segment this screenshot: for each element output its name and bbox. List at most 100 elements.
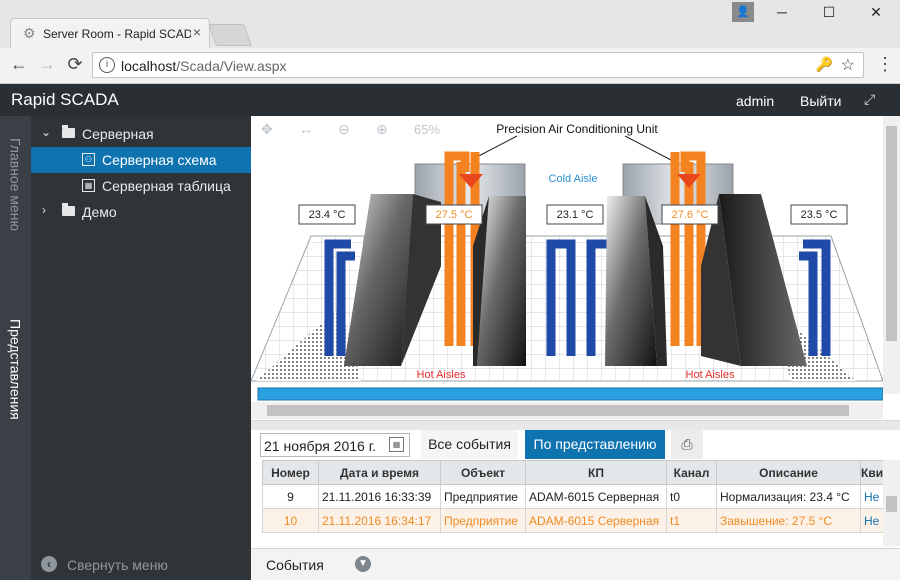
info-icon[interactable]: i (99, 57, 115, 73)
table-view-icon: ▦ (82, 179, 95, 192)
temp-readout-alarm[interactable]: 27.5 °C (436, 209, 473, 221)
cell-datetime: 21.11.2016 16:34:17 (318, 508, 441, 533)
hot-aisle-right-label: Hot Aisles (686, 369, 735, 381)
key-icon[interactable]: 🔑 (816, 56, 833, 73)
cell-description: Нормализация: 23.4 °C (716, 484, 861, 509)
folder-icon (62, 125, 75, 138)
ack-link[interactable]: Не (864, 490, 879, 504)
fullscreen-icon[interactable]: ⤢ (864, 91, 875, 108)
gear-icon: ⚙ (23, 25, 36, 41)
scheme-vertical-scrollbar[interactable] (883, 116, 900, 394)
column-header[interactable]: Номер (262, 460, 319, 485)
tab-close-icon[interactable]: × (193, 24, 201, 40)
panel-splitter[interactable] (251, 420, 900, 430)
cell-description: Завышение: 27.5 °C (716, 508, 861, 533)
tree-item-label: Серверная таблица (102, 178, 231, 194)
profile-icon[interactable]: 👤 (732, 2, 754, 22)
reload-button[interactable]: ⟳ (64, 54, 86, 75)
events-vertical-scrollbar[interactable] (883, 460, 900, 546)
cold-aisle-label: Cold Aisle (549, 173, 598, 185)
minimize-button[interactable]: ─ (772, 4, 792, 20)
scrollbar-thumb[interactable] (267, 405, 849, 416)
tree-item-demo[interactable]: › Демо (31, 199, 251, 225)
cell-device: ADAM-6015 Серверная (525, 484, 667, 509)
logout-link[interactable]: Выйти (800, 93, 841, 109)
ac-unit-title: Precision Air Conditioning Unit (496, 122, 658, 136)
cell-channel: t1 (666, 508, 717, 533)
table-header-row: Номер Дата и время Объект КП Канал Описа… (262, 460, 885, 485)
tree-item-server-table[interactable]: ▦ Серверная таблица (31, 173, 251, 199)
browser-tab-bar: ⚙ Server Room - Rapid SCADA × 👤 ─ ☐ ✕ (0, 0, 900, 48)
maximize-button[interactable]: ☐ (819, 4, 839, 21)
cell-ack: Не (859, 508, 885, 533)
cell-object: Предприятие (440, 484, 526, 509)
back-button[interactable]: ← (8, 54, 30, 75)
cell-number: 9 (262, 484, 319, 509)
forward-button[interactable]: → (36, 54, 58, 75)
all-events-button[interactable]: Все события (421, 430, 518, 459)
chevron-down-icon[interactable]: ⌄ (41, 125, 51, 139)
cell-number: 10 (262, 508, 319, 533)
bookmark-star-icon[interactable]: ☆ (841, 55, 855, 75)
events-footer: События ▼ (251, 548, 900, 580)
tree-item-label: Серверная (82, 126, 154, 142)
date-value: 21 ноября 2016 г. (264, 438, 376, 454)
column-header[interactable]: Объект (440, 460, 526, 485)
collapse-menu-button[interactable]: ‹ Свернуть меню (31, 550, 251, 580)
cell-datetime: 21.11.2016 16:33:39 (318, 484, 441, 509)
scrollbar-thumb[interactable] (886, 126, 897, 341)
column-header[interactable]: Описание (716, 460, 861, 485)
events-toolbar: 21 ноября 2016 г. ▦ Все события По предс… (251, 430, 900, 460)
tree-item-server-room[interactable]: ⌄ Серверная (31, 121, 251, 147)
column-header[interactable]: Канал (666, 460, 717, 485)
ack-link[interactable]: Не (864, 514, 879, 528)
temp-readout[interactable]: 23.1 °C (557, 209, 594, 221)
table-row[interactable]: 9 21.11.2016 16:33:39 Предприятие ADAM-6… (262, 484, 885, 509)
temp-readout[interactable]: 23.4 °C (309, 209, 346, 221)
address-bar[interactable]: i localhost/Scada/View.aspx 🔑 ☆ (92, 52, 864, 78)
scheme-horizontal-scrollbar[interactable] (251, 402, 883, 419)
cell-channel: t0 (666, 484, 717, 509)
app-header: Rapid SCADA admin Выйти ⤢ (0, 84, 900, 116)
tab-views[interactable]: Представления (0, 256, 31, 482)
print-icon[interactable]: ⎙ (671, 430, 703, 459)
app-title[interactable]: Rapid SCADA (11, 90, 119, 110)
cell-object: Предприятие (440, 508, 526, 533)
by-view-button[interactable]: По представлению (525, 430, 665, 459)
browser-tab[interactable]: ⚙ Server Room - Rapid SCADA × (10, 18, 210, 48)
folder-icon (62, 203, 75, 216)
user-name[interactable]: admin (736, 93, 774, 109)
tree-item-server-scheme[interactable]: ⚇ Серверная схема (31, 147, 251, 173)
views-tree-panel: ⌄ Серверная ⚇ Серверная схема ▦ Серверна… (31, 116, 251, 580)
vertical-tabs: Главное меню Представления (0, 116, 31, 580)
scrollbar-thumb[interactable] (886, 496, 897, 512)
close-window-button[interactable]: ✕ (866, 4, 886, 21)
cell-ack: Не (859, 484, 885, 509)
calendar-icon[interactable]: ▦ (389, 437, 404, 452)
column-header[interactable]: КП (525, 460, 667, 485)
tree-item-label: Серверная схема (102, 152, 217, 168)
url-text[interactable]: localhost/Scada/View.aspx (121, 58, 287, 74)
collapse-menu-label: Свернуть меню (67, 557, 168, 573)
chevron-down-icon[interactable]: ▼ (355, 556, 371, 572)
date-picker[interactable]: 21 ноября 2016 г. ▦ (260, 433, 410, 457)
column-header[interactable]: Кви (859, 460, 885, 485)
browser-menu-icon[interactable]: ⋮ (876, 54, 894, 75)
hot-aisle-left-label: Hot Aisles (417, 369, 466, 381)
tab-title: Server Room - Rapid SCADA (43, 27, 191, 41)
temp-readout-alarm[interactable]: 27.6 °C (672, 209, 709, 221)
events-table: Номер Дата и время Объект КП Канал Описа… (262, 460, 885, 533)
browser-toolbar: ← → ⟳ i localhost/Scada/View.aspx 🔑 ☆ (0, 48, 900, 84)
new-tab-button[interactable] (207, 24, 253, 46)
tree-item-label: Демо (82, 204, 117, 220)
scheme-view[interactable]: ✥ ↔ ⊖ ⊕ 65% Precision Air Conditioning U… (251, 116, 900, 426)
tab-main-menu[interactable]: Главное меню (0, 122, 31, 248)
callout-line (624, 135, 672, 161)
cell-device: ADAM-6015 Серверная (525, 508, 667, 533)
table-row-alarm[interactable]: 10 21.11.2016 16:34:17 Предприятие ADAM-… (262, 508, 885, 533)
chevron-right-icon[interactable]: › (42, 203, 46, 217)
server-room-diagram: Precision Air Conditioning Unit Cold Ais… (251, 122, 883, 401)
scheme-view-icon: ⚇ (82, 153, 95, 166)
temp-readout[interactable]: 23.5 °C (801, 209, 838, 221)
column-header[interactable]: Дата и время (318, 460, 441, 485)
